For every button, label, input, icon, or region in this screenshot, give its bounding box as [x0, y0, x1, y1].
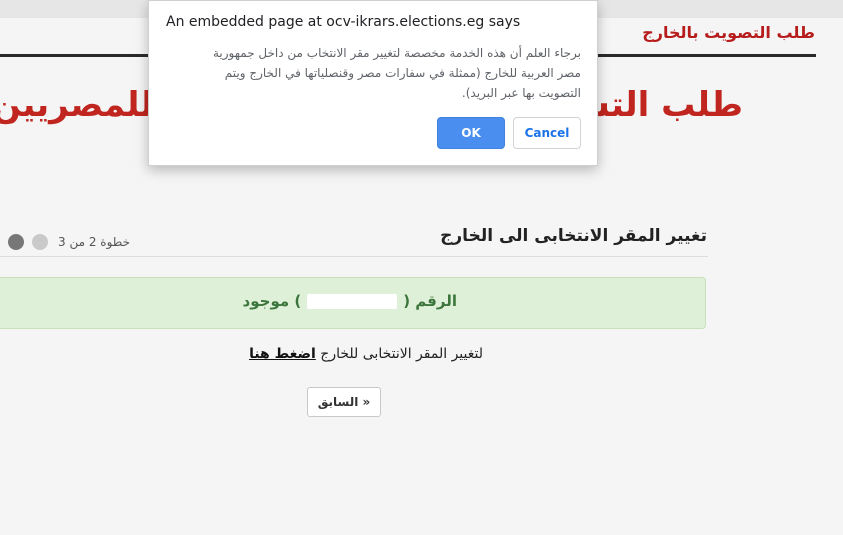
change-location-text: لتغيير المقر الانتخابى للخارج — [320, 346, 483, 362]
change-location-link[interactable]: اضغط هنا — [249, 346, 316, 362]
step-dot-inactive — [32, 234, 48, 250]
dialog-title: An embedded page at ocv-ikrars.elections… — [166, 14, 521, 30]
cancel-button[interactable]: Cancel — [513, 117, 581, 149]
site-brand[interactable]: طلب التصويت بالخارج — [642, 23, 815, 42]
step-dot-active — [8, 234, 24, 250]
success-alert: الرقم ( ) موجود — [0, 277, 706, 329]
ok-button[interactable]: OK — [437, 117, 505, 149]
redacted-number — [307, 294, 398, 309]
section-title: تغيير المقر الانتخابى الى الخارج — [440, 226, 707, 246]
alert-suffix: ) موجود — [242, 292, 302, 310]
alert-text: الرقم ( ) موجود — [243, 292, 457, 310]
alert-dialog: An embedded page at ocv-ikrars.elections… — [148, 0, 598, 166]
section-divider — [0, 256, 708, 257]
change-location-line: لتغيير المقر الانتخابى للخارج اضغط هنا — [249, 346, 483, 362]
alert-prefix: الرقم ( — [403, 292, 457, 310]
step-label: خطوة 2 من 3 — [58, 235, 131, 249]
previous-button[interactable]: « السابق — [307, 387, 381, 417]
dialog-message: برجاء العلم أن هذه الخدمة مخصصة لتغيير م… — [212, 46, 581, 100]
